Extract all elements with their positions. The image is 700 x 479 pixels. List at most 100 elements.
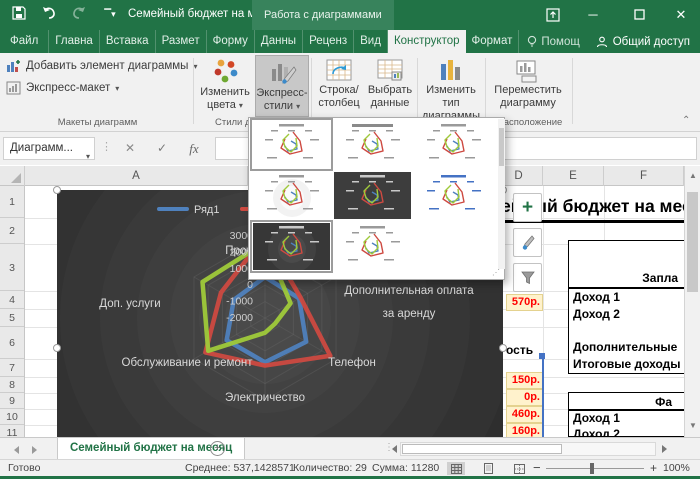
select-data-button[interactable]: Выбрать данные	[366, 55, 414, 117]
gallery-style-2[interactable]	[334, 121, 411, 168]
switch-row-column-button[interactable]: Строка/ столбец	[314, 55, 364, 117]
row-header-1[interactable]: 1	[0, 186, 24, 218]
row-header-8[interactable]: 8	[0, 378, 24, 393]
enter-icon[interactable]: ✓	[150, 137, 174, 160]
legend-swatch[interactable]	[157, 207, 189, 211]
row-header-3[interactable]: 3	[0, 245, 24, 291]
tab-file[interactable]: Файл	[0, 30, 49, 53]
gallery-scrollbar[interactable]	[498, 119, 505, 269]
save-icon[interactable]	[12, 6, 32, 24]
category-label[interactable]: Дополнительная оплата	[344, 285, 474, 297]
tab-конструктор[interactable]: Конструктор	[388, 30, 466, 53]
chart-filters-button[interactable]	[513, 263, 542, 292]
page-break-view-icon[interactable]	[510, 462, 528, 475]
select-all-button[interactable]	[0, 166, 25, 186]
tab-реценз[interactable]: Реценз	[303, 30, 354, 53]
name-box-splitter[interactable]: ⋮	[101, 140, 112, 153]
change-chart-type-label: Изменить тип	[426, 84, 476, 109]
quick-styles-button[interactable]: Экспресс- стили ▾	[255, 55, 309, 117]
tab-размет[interactable]: Размет	[156, 30, 207, 53]
change-chart-type-button[interactable]: Изменить тип диаграммы	[420, 55, 482, 117]
row-header-4[interactable]: 4	[0, 292, 24, 309]
tab-формат[interactable]: Формат	[466, 30, 520, 53]
row-header-9[interactable]: 9	[0, 394, 24, 409]
chart-styles-button[interactable]	[513, 228, 542, 257]
row-header-10[interactable]: 10	[0, 410, 24, 425]
maximize-button[interactable]	[624, 4, 654, 26]
add-chart-element-button[interactable]: Добавить элемент диаграммы▾	[6, 59, 197, 73]
gallery-style-7[interactable]	[253, 223, 330, 270]
gallery-resize-grip[interactable]: ⋰	[492, 268, 502, 278]
gallery-style-5[interactable]	[334, 172, 411, 219]
value-cell[interactable]: 460р.	[506, 406, 543, 423]
next-sheet-icon[interactable]	[32, 446, 37, 454]
column-header-f[interactable]: F	[604, 166, 684, 186]
customize-qat-icon[interactable]: ▔▾	[100, 6, 120, 24]
column-header-a[interactable]: A	[25, 166, 248, 186]
tab-вид[interactable]: Вид	[354, 30, 388, 53]
move-chart-button[interactable]: Переместить диаграмму	[488, 55, 568, 117]
category-label[interactable]: Телефон	[328, 357, 376, 369]
row-header-6[interactable]: 6	[0, 328, 24, 359]
normal-view-icon[interactable]	[447, 462, 465, 475]
close-button[interactable]: ✕	[666, 4, 696, 26]
hscroll-right-icon[interactable]	[662, 445, 667, 453]
zoom-level[interactable]: 100%	[663, 462, 690, 474]
legend-label[interactable]: Ряд1	[194, 204, 219, 216]
row-header-2[interactable]: 2	[0, 219, 24, 244]
category-label[interactable]: за аренду	[383, 308, 436, 320]
category-label[interactable]: Обслуживание и ремонт	[122, 357, 254, 369]
value-cell[interactable]: 0р.	[506, 389, 543, 406]
scroll-up-icon[interactable]: ▲	[689, 172, 697, 180]
new-sheet-button[interactable]: +	[210, 441, 225, 456]
tab-вставка[interactable]: Вставка	[100, 30, 156, 53]
gallery-style-8[interactable]	[334, 223, 411, 270]
scroll-down-icon[interactable]: ▼	[689, 422, 697, 430]
selection-handle[interactable]	[539, 353, 545, 359]
tab-главна[interactable]: Главна	[49, 30, 100, 53]
vertical-scrollbar[interactable]: ▲ ▼	[684, 166, 700, 437]
value-cell[interactable]: 570р.	[506, 294, 543, 311]
gallery-style-1[interactable]	[253, 121, 330, 168]
prev-sheet-icon[interactable]	[14, 446, 19, 454]
vertical-scroll-thumb[interactable]	[687, 192, 698, 292]
minimize-button[interactable]: ─	[578, 4, 608, 26]
tab-help[interactable]: Помощ	[519, 30, 587, 53]
chart-resize-handle-right[interactable]	[499, 344, 507, 352]
name-box[interactable]: Диаграмм... ▾	[3, 137, 95, 160]
zoom-slider[interactable]	[546, 468, 644, 469]
quick-layout-button[interactable]: Экспресс-макет▾	[6, 81, 119, 95]
hscroll-left-icon[interactable]	[392, 445, 397, 453]
zoom-in-icon[interactable]: +	[650, 461, 657, 475]
insert-function-icon[interactable]: fx	[182, 137, 206, 160]
chart-resize-handle-left[interactable]	[53, 344, 61, 352]
row-header-5[interactable]: 5	[0, 310, 24, 327]
column-header-e[interactable]: E	[543, 166, 604, 186]
gallery-style-4[interactable]	[253, 172, 330, 219]
chart-elements-button[interactable]: +	[513, 193, 542, 222]
horizontal-scroll-thumb[interactable]	[402, 444, 562, 454]
chart-resize-handle-top-left[interactable]	[53, 186, 61, 194]
redo-icon[interactable]	[70, 6, 90, 24]
horizontal-scrollbar[interactable]	[400, 442, 656, 456]
share-button[interactable]: Общий доступ	[596, 30, 690, 53]
collapse-ribbon-icon[interactable]: ⌃	[682, 115, 690, 126]
gallery-style-3[interactable]	[415, 121, 492, 168]
row-header-7[interactable]: 7	[0, 360, 24, 377]
ribbon-display-options-icon[interactable]	[538, 4, 568, 26]
zoom-slider-thumb[interactable]	[590, 463, 594, 474]
tab-данны[interactable]: Данны	[255, 30, 303, 53]
category-label[interactable]: Доп. услуги	[99, 298, 160, 310]
row-header-11[interactable]: 11	[0, 426, 24, 437]
value-cell[interactable]: 160р.	[506, 423, 543, 437]
name-box-dropdown-icon[interactable]: ▾	[86, 146, 90, 167]
gallery-style-6[interactable]	[415, 172, 492, 219]
value-cell[interactable]: 150р.	[506, 372, 543, 389]
change-colors-button[interactable]: Изменить цвета ▾	[197, 55, 253, 117]
page-layout-view-icon[interactable]	[479, 462, 497, 475]
zoom-out-icon[interactable]: −	[533, 460, 541, 475]
undo-icon[interactable]	[42, 6, 62, 24]
tab-форму[interactable]: Форму	[207, 30, 255, 53]
category-label[interactable]: Электричество	[225, 392, 305, 404]
cancel-icon[interactable]: ✕	[118, 137, 142, 160]
